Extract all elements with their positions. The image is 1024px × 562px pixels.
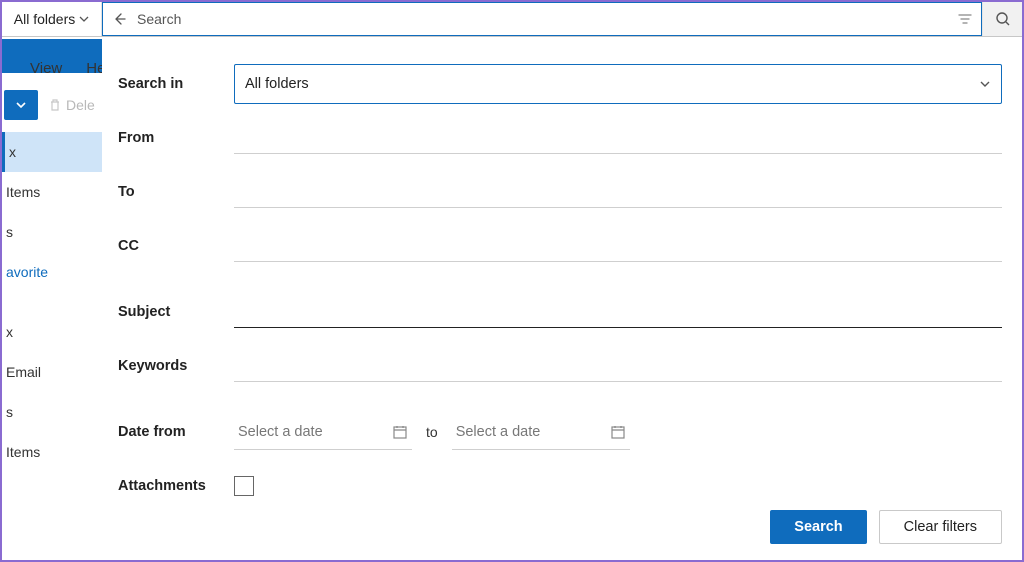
scope-label: All folders <box>14 11 75 27</box>
keywords-input[interactable] <box>234 350 1002 382</box>
date-from-label: Date from <box>118 424 234 440</box>
advanced-search-panel: Search in All folders From To CC Subject <box>102 39 1020 558</box>
search-in-label: Search in <box>118 76 234 92</box>
filter-icon <box>958 12 972 26</box>
to-label: To <box>118 184 234 200</box>
search-in-select[interactable]: All folders <box>234 64 1002 104</box>
clear-filters-button[interactable]: Clear filters <box>879 510 1002 544</box>
from-input[interactable] <box>234 122 1002 154</box>
cc-input[interactable] <box>234 230 1002 262</box>
sidebar-item[interactable]: Items <box>2 172 102 212</box>
chevron-down-icon <box>979 78 991 90</box>
search-button[interactable] <box>982 2 1022 36</box>
search-in-value: All folders <box>245 76 309 92</box>
date-from-picker[interactable] <box>234 414 412 450</box>
chevron-down-icon <box>15 99 27 111</box>
scope-dropdown[interactable]: All folders <box>2 2 102 36</box>
folder-sidebar: x Items s avorite x Email s Items <box>2 132 102 472</box>
tab-view[interactable]: View <box>30 60 62 77</box>
sidebar-item-favorite[interactable]: avorite <box>2 252 102 292</box>
search-submit-button[interactable]: Search <box>770 510 866 544</box>
attachments-label: Attachments <box>118 478 234 494</box>
search-input[interactable] <box>135 7 949 31</box>
filter-button[interactable] <box>949 12 981 26</box>
sidebar-item[interactable]: Items <box>2 432 102 472</box>
back-button[interactable] <box>103 11 135 27</box>
date-to-picker[interactable] <box>452 414 630 450</box>
date-to-word: to <box>426 424 438 440</box>
attachments-checkbox[interactable] <box>234 476 254 496</box>
sidebar-item[interactable]: Email <box>2 352 102 392</box>
from-label: From <box>118 130 234 146</box>
calendar-icon <box>392 424 408 440</box>
trash-icon <box>48 98 62 112</box>
delete-button-disabled: Dele <box>48 97 95 113</box>
calendar-icon <box>610 424 626 440</box>
new-mail-chevron[interactable] <box>4 90 38 120</box>
sidebar-item[interactable]: s <box>2 392 102 432</box>
cc-label: CC <box>118 238 234 254</box>
arrow-left-icon <box>111 11 127 27</box>
sidebar-item[interactable]: s <box>2 212 102 252</box>
keywords-label: Keywords <box>118 358 234 374</box>
sidebar-item[interactable]: x <box>2 312 102 352</box>
to-input[interactable] <box>234 176 1002 208</box>
date-from-input[interactable] <box>238 424 368 440</box>
chevron-down-icon <box>79 14 89 24</box>
sidebar-item[interactable]: x <box>2 132 102 172</box>
search-icon <box>995 11 1011 27</box>
subject-label: Subject <box>118 304 234 320</box>
date-to-input[interactable] <box>456 424 586 440</box>
subject-input[interactable] <box>234 296 1002 328</box>
search-bar <box>102 2 982 36</box>
